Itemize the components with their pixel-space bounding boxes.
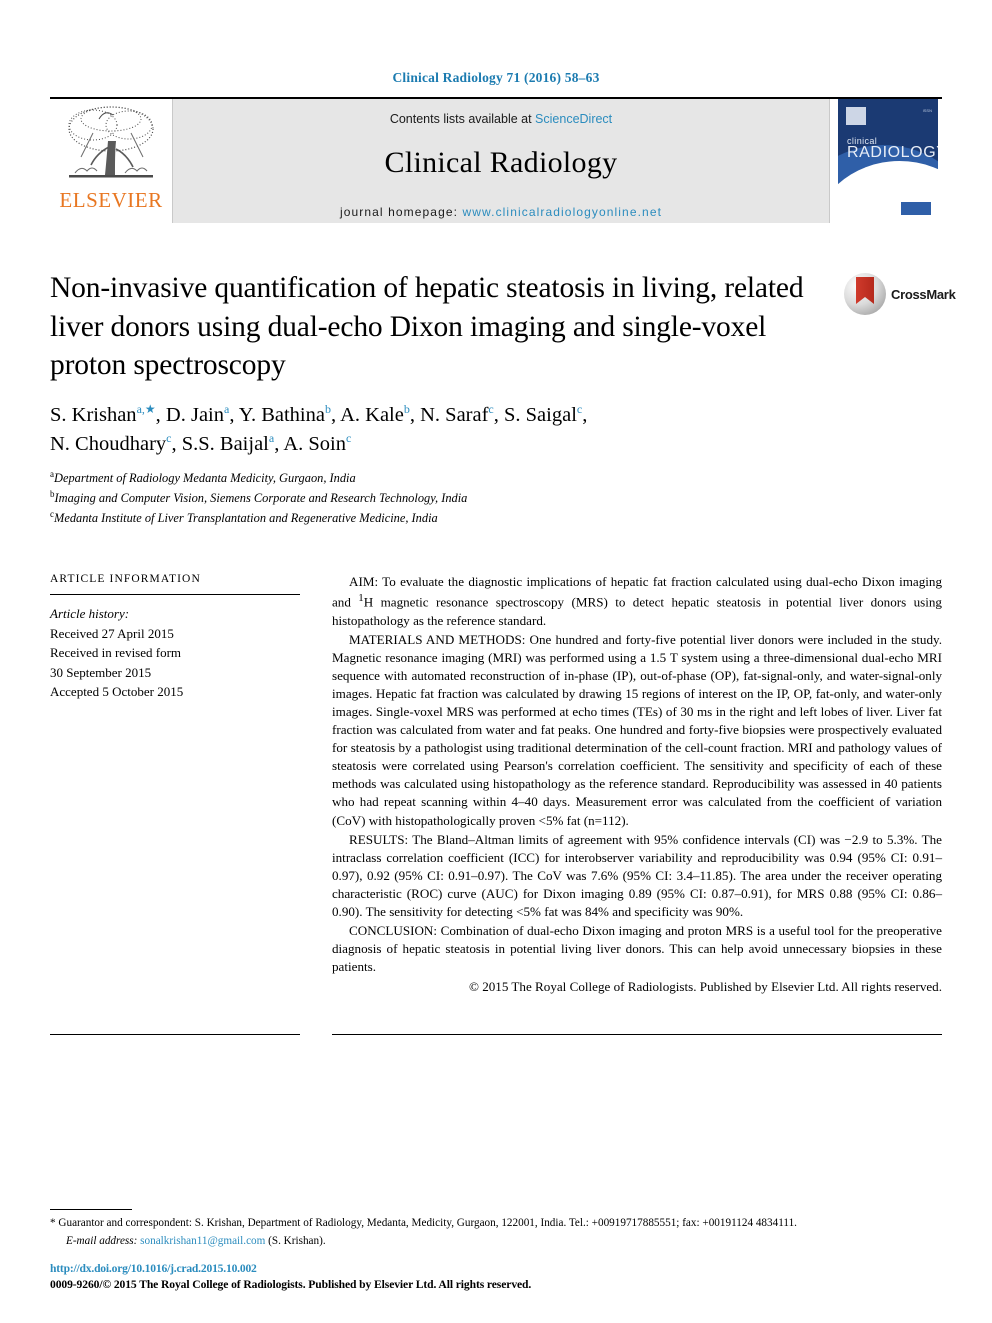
journal-masthead: ELSEVIER Contents lists available at Sci… (50, 99, 942, 223)
publisher-logo: ELSEVIER (50, 99, 172, 223)
abstract-panel: AIM: To evaluate the diagnostic implicat… (332, 573, 942, 996)
abstract-materials-methods: MATERIALS AND METHODS: One hundred and f… (332, 631, 942, 828)
affiliation-list: aDepartment of Radiology Medanta Medicit… (50, 468, 942, 527)
elsevier-wordmark: ELSEVIER (59, 188, 163, 212)
cover-elsevier-icon (846, 107, 866, 125)
bookmark-icon (856, 277, 874, 304)
cover-title-line2: RADIOLOGY (847, 144, 938, 161)
affiliation-text-a: Department of Radiology Medanta Medicity… (54, 471, 356, 486)
footnote-email-label: E-mail address: (66, 1234, 141, 1247)
footnote-email-address[interactable]: sonalkrishan11@gmail.com (140, 1235, 265, 1247)
footnote-block: * Guarantor and correspondent: S. Krisha… (50, 1208, 942, 1249)
affiliation-a: aDepartment of Radiology Medanta Medicit… (50, 468, 942, 488)
journal-banner: Contents lists available at ScienceDirec… (172, 99, 830, 223)
running-head: Clinical Radiology 71 (2016) 58–63 (392, 70, 600, 85)
author-line-1: S. Krishana,★, D. Jaina, Y. Bathinab, A.… (50, 402, 588, 426)
title-block: Non-invasive quantification of hepatic s… (50, 269, 956, 385)
crossmark-icon (844, 273, 886, 315)
cover-issn-text: ISSN (922, 108, 932, 113)
article-information-rule (50, 594, 300, 596)
footnote-email: E-mail address: sonalkrishan11@gmail.com… (50, 1233, 942, 1249)
article-history-received: Received 27 April 2015 (50, 625, 174, 641)
affiliation-c: cMedanta Institute of Liver Transplantat… (50, 508, 942, 528)
abstract-aim: AIM: To evaluate the diagnostic implicat… (332, 574, 942, 628)
affiliation-text-c: Medanta Institute of Liver Transplantati… (54, 510, 438, 525)
contents-prefix: Contents lists available at (389, 112, 536, 126)
journal-cover-area: ISSN clinical RADIOLOGY (830, 99, 942, 223)
footnote-email-suffix: (S. Krishan). (265, 1234, 326, 1247)
page-footer: http://dx.doi.org/10.1016/j.crad.2015.10… (50, 1261, 942, 1293)
section-bottom-rules (50, 1034, 942, 1036)
affiliation-b: bImaging and Computer Vision, Siemens Co… (50, 488, 942, 508)
sciencedirect-link[interactable]: ScienceDirect (535, 112, 612, 126)
column-gap (300, 573, 332, 996)
elsevier-tree-icon (63, 103, 159, 189)
article-history-label: Article history: (50, 606, 130, 622)
article-information-panel: article information Article history: Rec… (50, 573, 300, 996)
issn-copyright-line: 0009-9260/© 2015 The Royal College of Ra… (50, 1277, 532, 1291)
doi-link[interactable]: http://dx.doi.org/10.1016/j.crad.2015.10… (50, 1261, 942, 1277)
crossmark-badge[interactable]: CrossMark (844, 269, 956, 319)
affiliation-text-b: Imaging and Computer Vision, Siemens Cor… (54, 491, 468, 505)
bottom-rule-gap (300, 1034, 332, 1035)
article-history-revised-date: 30 September 2015 (50, 664, 152, 680)
contents-list-line: Contents lists available at ScienceDirec… (390, 112, 612, 126)
bottom-rule-right (332, 1034, 942, 1036)
author-line-2: N. Choudharyc, S.S. Baijala, A. Soinc (50, 431, 352, 456)
journal-homepage-line: journal homepage: www.clinicalradiologyo… (340, 205, 662, 219)
author-list: S. Krishana,★, D. Jaina, Y. Bathinab, A.… (50, 401, 840, 459)
abstract-results: RESULTS: The Bland–Altman limits of agre… (332, 831, 942, 919)
article-information-heading: article information (50, 573, 201, 586)
footnote-correspondence: * Guarantor and correspondent: S. Krisha… (50, 1216, 797, 1229)
article-history-accepted: Accepted 5 October 2015 (50, 684, 184, 700)
homepage-prefix: journal homepage: (339, 205, 463, 219)
journal-title: Clinical Radiology (384, 146, 618, 179)
page-title: Non-invasive quantification of hepatic s… (50, 272, 804, 382)
abstract-copyright: © 2015 The Royal College of Radiologists… (468, 979, 942, 995)
journal-cover-thumbnail: ISSN clinical RADIOLOGY (838, 99, 938, 223)
footnote-rule (50, 1208, 132, 1210)
cover-society-badge (901, 202, 931, 215)
journal-homepage-link[interactable]: www.clinicalradiologyonline.net (463, 205, 663, 219)
abstract-conclusion: CONCLUSION: Combination of dual-echo Dix… (332, 922, 942, 975)
info-abstract-columns: article information Article history: Rec… (50, 573, 942, 996)
paper-page: Clinical Radiology 71 (2016) 58–63 ELSEV… (0, 0, 992, 1323)
bottom-rule-left (50, 1034, 300, 1036)
article-history-revised-label: Received in revised form (50, 645, 182, 661)
crossmark-label: CrossMark (891, 286, 956, 302)
